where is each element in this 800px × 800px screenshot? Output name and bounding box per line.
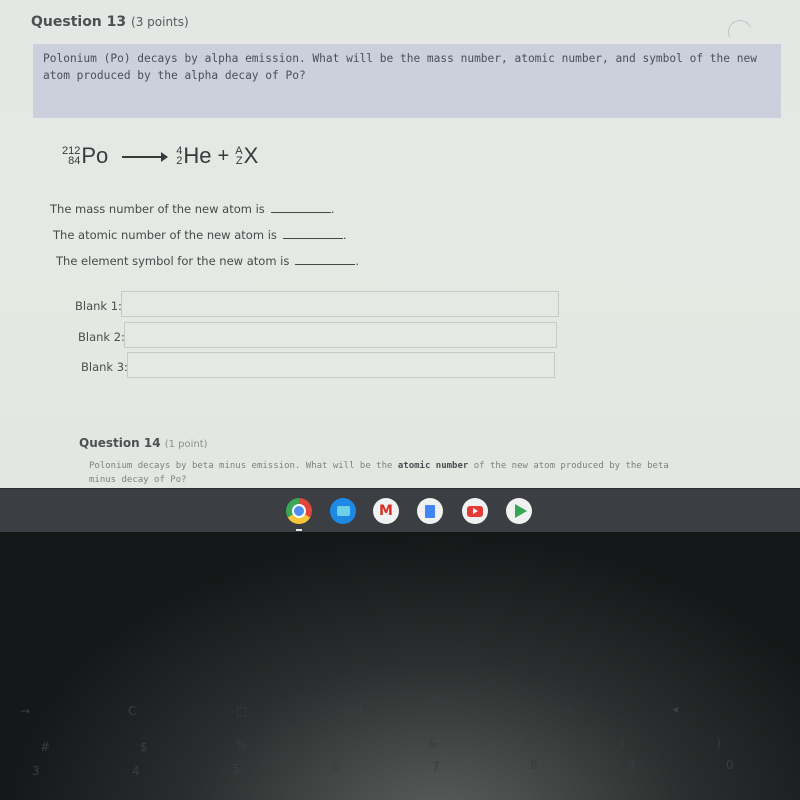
key-lparen: ( <box>620 736 625 750</box>
question-14-title: Question 14 <box>79 436 161 450</box>
product1-symbol: He <box>183 143 212 168</box>
blank-1-input[interactable] <box>121 291 559 317</box>
statement-text: The element symbol for the new atom is <box>56 254 290 268</box>
browser-content: Question 13 (3 points) Polonium (Po) dec… <box>0 0 800 488</box>
blank-3-input[interactable] <box>127 352 555 378</box>
question-13-points: (3 points) <box>131 15 189 29</box>
question-14-heading: Question 14 (1 point) <box>79 436 208 450</box>
key-caret: ^ <box>332 738 343 752</box>
statement-atomic-number: The atomic number of the new atom is. <box>53 228 347 242</box>
fill-line <box>282 228 343 239</box>
question-13-prompt-box: Polonium (Po) decays by alpha emission. … <box>33 44 781 118</box>
product1-nuclide: 4 2 He <box>176 143 211 169</box>
blank-2-label: Blank 2: <box>78 330 125 344</box>
blank-1-label: Blank 1: <box>75 299 122 313</box>
key-overview: ▭II <box>344 702 363 716</box>
key-hash: # <box>40 740 51 754</box>
reactant-nuclide: 212 84 Po <box>62 143 108 169</box>
key-brightness-up: ☼ <box>564 702 575 716</box>
reflection-artifact <box>724 16 756 48</box>
product2-symbol: X <box>243 143 259 168</box>
key-back: → <box>20 704 31 718</box>
statement-mass-number: The mass number of the new atom is. <box>50 202 335 216</box>
key-ampersand: & <box>428 736 438 750</box>
question-13-title: Question 13 <box>31 14 127 30</box>
plus-sign: + <box>217 144 230 167</box>
reactant-symbol: Po <box>81 143 109 168</box>
question-14-prompt: Polonium decays by beta minus emission. … <box>89 459 689 487</box>
statement-text: The mass number of the new atom is <box>50 202 265 216</box>
statement-text: The atomic number of the new atom is <box>53 228 277 242</box>
key-asterisk: * <box>524 736 530 750</box>
key-dollar: $ <box>140 740 148 754</box>
question-13-heading: Question 13 (3 points) <box>31 14 189 30</box>
key-3: 3 <box>32 764 40 778</box>
youtube-app-icon[interactable] <box>462 498 488 524</box>
key-fullscreen: □ <box>236 704 248 718</box>
fill-line <box>270 202 331 213</box>
chromeos-shelf: M <box>0 488 800 533</box>
product1-atomic: 2 <box>176 155 183 167</box>
fill-line <box>295 254 356 265</box>
docs-app-icon[interactable] <box>417 498 443 524</box>
reaction-arrow-icon <box>122 152 169 162</box>
key-8: 8 <box>530 758 538 772</box>
gmail-app-icon[interactable]: M <box>373 498 399 524</box>
decay-equation: 212 84 Po 4 2 He + A Z X <box>62 138 258 174</box>
files-app-icon[interactable] <box>330 498 356 524</box>
running-indicator <box>296 529 302 531</box>
reactant-atomic: 84 <box>68 155 81 167</box>
question-13-prompt: Polonium (Po) decays by alpha emission. … <box>43 52 757 82</box>
key-5: 5 <box>232 762 240 776</box>
key-refresh: C <box>128 704 137 718</box>
laptop-keyboard: → C □ ▭II ☼ ☼ ◂ # $ % ^ & * ( ) 3 4 5 6 … <box>0 532 800 800</box>
prompt-text: Polonium decays by beta minus emission. … <box>89 461 398 471</box>
key-brightness-down: ☼ <box>456 702 467 716</box>
key-0: 0 <box>726 758 734 772</box>
key-rparen: ) <box>716 736 721 750</box>
key-percent: % <box>236 738 248 752</box>
statement-element-symbol: The element symbol for the new atom is. <box>56 254 360 268</box>
key-4: 4 <box>132 764 140 778</box>
product2-atomic: Z <box>235 155 243 167</box>
key-9: 9 <box>628 758 636 772</box>
blank-2-input[interactable] <box>124 322 557 348</box>
key-mute: ◂ <box>672 702 679 716</box>
key-6: 6 <box>332 760 340 774</box>
chrome-app-icon[interactable] <box>286 498 312 524</box>
prompt-bold-text: atomic number <box>397 461 469 471</box>
question-14-points: (1 point) <box>164 439 208 450</box>
key-7: 7 <box>432 760 440 774</box>
blank-3-label: Blank 3: <box>81 360 128 374</box>
product2-nuclide: A Z X <box>235 143 258 169</box>
play-store-app-icon[interactable] <box>506 498 532 524</box>
